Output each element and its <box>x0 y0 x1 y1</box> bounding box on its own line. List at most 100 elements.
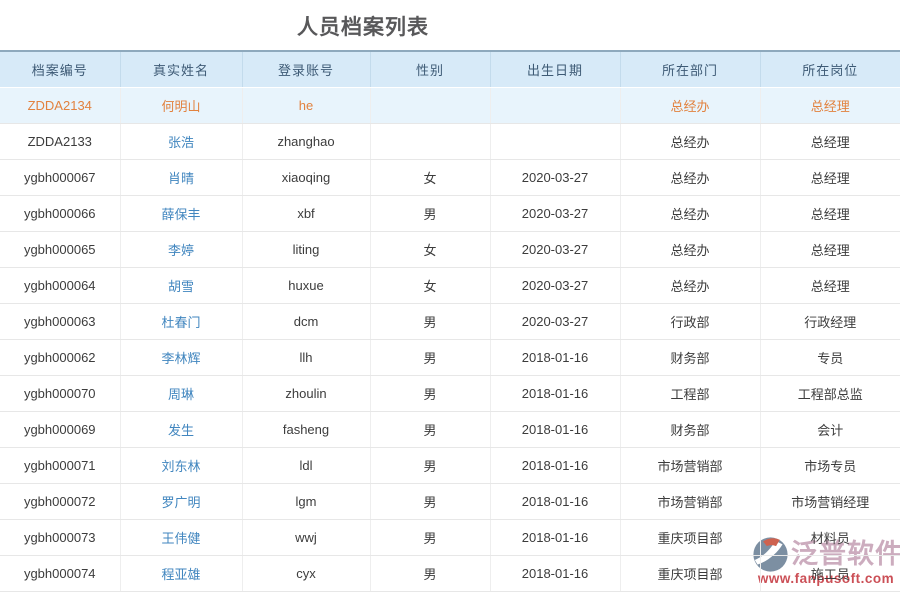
cell-gender: 男 <box>370 483 490 519</box>
cell-birth_date: 2018-01-16 <box>490 411 620 447</box>
cell-name[interactable]: 杜春门 <box>120 303 242 339</box>
cell-gender <box>370 87 490 123</box>
cell-gender: 男 <box>370 339 490 375</box>
cell-birth_date <box>490 87 620 123</box>
cell-position: 工程部总监 <box>760 375 900 411</box>
cell-position: 总经理 <box>760 123 900 159</box>
cell-position: 总经理 <box>760 267 900 303</box>
cell-archive_no: ygbh000071 <box>0 447 120 483</box>
cell-name[interactable]: 何明山 <box>120 87 242 123</box>
cell-gender: 男 <box>370 555 490 591</box>
table-row[interactable]: ygbh000064胡雪huxue女2020-03-27总经办总经理 <box>0 267 900 303</box>
cell-name[interactable]: 李婷 <box>120 231 242 267</box>
cell-department: 重庆项目部 <box>620 555 760 591</box>
cell-name[interactable]: 薛保丰 <box>120 195 242 231</box>
cell-account: ldl <box>242 447 370 483</box>
table-row[interactable]: ZDDA2134何明山he 总经办总经理 <box>0 87 900 123</box>
cell-account: xiaoqing <box>242 159 370 195</box>
cell-name[interactable]: 李林辉 <box>120 339 242 375</box>
cell-birth_date: 2018-01-16 <box>490 447 620 483</box>
table-row[interactable]: ygbh000070周琳zhoulin男2018-01-16工程部工程部总监 <box>0 375 900 411</box>
cell-department: 总经办 <box>620 231 760 267</box>
cell-archive_no: ygbh000070 <box>0 375 120 411</box>
cell-name[interactable]: 张浩 <box>120 123 242 159</box>
cell-account: fasheng <box>242 411 370 447</box>
column-header-account: 登录账号 <box>242 51 370 87</box>
personnel-table: 档案编号真实姓名登录账号性别出生日期所在部门所在岗位 ZDDA2134何明山he… <box>0 50 900 592</box>
cell-archive_no: ygbh000063 <box>0 303 120 339</box>
cell-name[interactable]: 程亚雄 <box>120 555 242 591</box>
cell-archive_no: ZDDA2134 <box>0 87 120 123</box>
page-title: 人员档案列表 <box>0 11 726 41</box>
table-row[interactable]: ygbh000063杜春门dcm男2020-03-27行政部行政经理 <box>0 303 900 339</box>
cell-gender: 男 <box>370 411 490 447</box>
cell-department: 市场营销部 <box>620 483 760 519</box>
cell-archive_no: ygbh000064 <box>0 267 120 303</box>
cell-gender <box>370 123 490 159</box>
table-row[interactable]: ygbh000073王伟健wwj男2018-01-16重庆项目部材料员 <box>0 519 900 555</box>
cell-gender: 男 <box>370 195 490 231</box>
cell-department: 财务部 <box>620 411 760 447</box>
cell-gender: 男 <box>370 447 490 483</box>
cell-position: 总经理 <box>760 195 900 231</box>
cell-account: cyx <box>242 555 370 591</box>
table-row[interactable]: ygbh000074程亚雄cyx男2018-01-16重庆项目部施工员 <box>0 555 900 591</box>
cell-name[interactable]: 周琳 <box>120 375 242 411</box>
table-row[interactable]: ygbh000065李婷liting女2020-03-27总经办总经理 <box>0 231 900 267</box>
cell-name[interactable]: 发生 <box>120 411 242 447</box>
cell-position: 行政经理 <box>760 303 900 339</box>
table-row[interactable]: ygbh000072罗广明lgm男2018-01-16市场营销部市场营销经理 <box>0 483 900 519</box>
cell-birth_date: 2018-01-16 <box>490 375 620 411</box>
table-body: ZDDA2134何明山he总经办总经理ZDDA2133张浩zhanghao总经办… <box>0 87 900 591</box>
table-row[interactable]: ygbh000066薛保丰xbf男2020-03-27总经办总经理 <box>0 195 900 231</box>
cell-archive_no: ygbh000073 <box>0 519 120 555</box>
table-row[interactable]: ygbh000069发生fasheng男2018-01-16财务部会计 <box>0 411 900 447</box>
cell-department: 财务部 <box>620 339 760 375</box>
table-row[interactable]: ygbh000062李林辉llh男2018-01-16财务部专员 <box>0 339 900 375</box>
cell-archive_no: ZDDA2133 <box>0 123 120 159</box>
cell-department: 总经办 <box>620 123 760 159</box>
table-row[interactable]: ygbh000067肖晴xiaoqing女2020-03-27总经办总经理 <box>0 159 900 195</box>
header-row: 档案编号真实姓名登录账号性别出生日期所在部门所在岗位 <box>0 51 900 87</box>
cell-account: huxue <box>242 267 370 303</box>
cell-department: 行政部 <box>620 303 760 339</box>
cell-account: zhanghao <box>242 123 370 159</box>
cell-department: 总经办 <box>620 195 760 231</box>
cell-department: 总经办 <box>620 87 760 123</box>
cell-account: llh <box>242 339 370 375</box>
cell-account: lgm <box>242 483 370 519</box>
cell-name[interactable]: 王伟健 <box>120 519 242 555</box>
cell-gender: 女 <box>370 159 490 195</box>
cell-department: 总经办 <box>620 267 760 303</box>
cell-archive_no: ygbh000072 <box>0 483 120 519</box>
cell-account: dcm <box>242 303 370 339</box>
cell-birth_date: 2020-03-27 <box>490 303 620 339</box>
cell-position: 施工员 <box>760 555 900 591</box>
cell-birth_date: 2018-01-16 <box>490 519 620 555</box>
column-header-position: 所在岗位 <box>760 51 900 87</box>
cell-position: 总经理 <box>760 87 900 123</box>
cell-name[interactable]: 罗广明 <box>120 483 242 519</box>
cell-name[interactable]: 胡雪 <box>120 267 242 303</box>
table-row[interactable]: ygbh000071刘东林ldl男2018-01-16市场营销部市场专员 <box>0 447 900 483</box>
column-header-archive_no: 档案编号 <box>0 51 120 87</box>
cell-birth_date: 2018-01-16 <box>490 483 620 519</box>
cell-account: he <box>242 87 370 123</box>
cell-birth_date: 2020-03-27 <box>490 159 620 195</box>
cell-gender: 女 <box>370 231 490 267</box>
cell-archive_no: ygbh000074 <box>0 555 120 591</box>
cell-gender: 女 <box>370 267 490 303</box>
cell-position: 市场营销经理 <box>760 483 900 519</box>
column-header-name: 真实姓名 <box>120 51 242 87</box>
table-row[interactable]: ZDDA2133张浩zhanghao 总经办总经理 <box>0 123 900 159</box>
cell-archive_no: ygbh000069 <box>0 411 120 447</box>
cell-position: 会计 <box>760 411 900 447</box>
column-header-gender: 性别 <box>370 51 490 87</box>
cell-birth_date: 2020-03-27 <box>490 231 620 267</box>
cell-department: 工程部 <box>620 375 760 411</box>
cell-archive_no: ygbh000067 <box>0 159 120 195</box>
cell-birth_date: 2018-01-16 <box>490 339 620 375</box>
cell-position: 总经理 <box>760 231 900 267</box>
cell-name[interactable]: 肖晴 <box>120 159 242 195</box>
cell-name[interactable]: 刘东林 <box>120 447 242 483</box>
